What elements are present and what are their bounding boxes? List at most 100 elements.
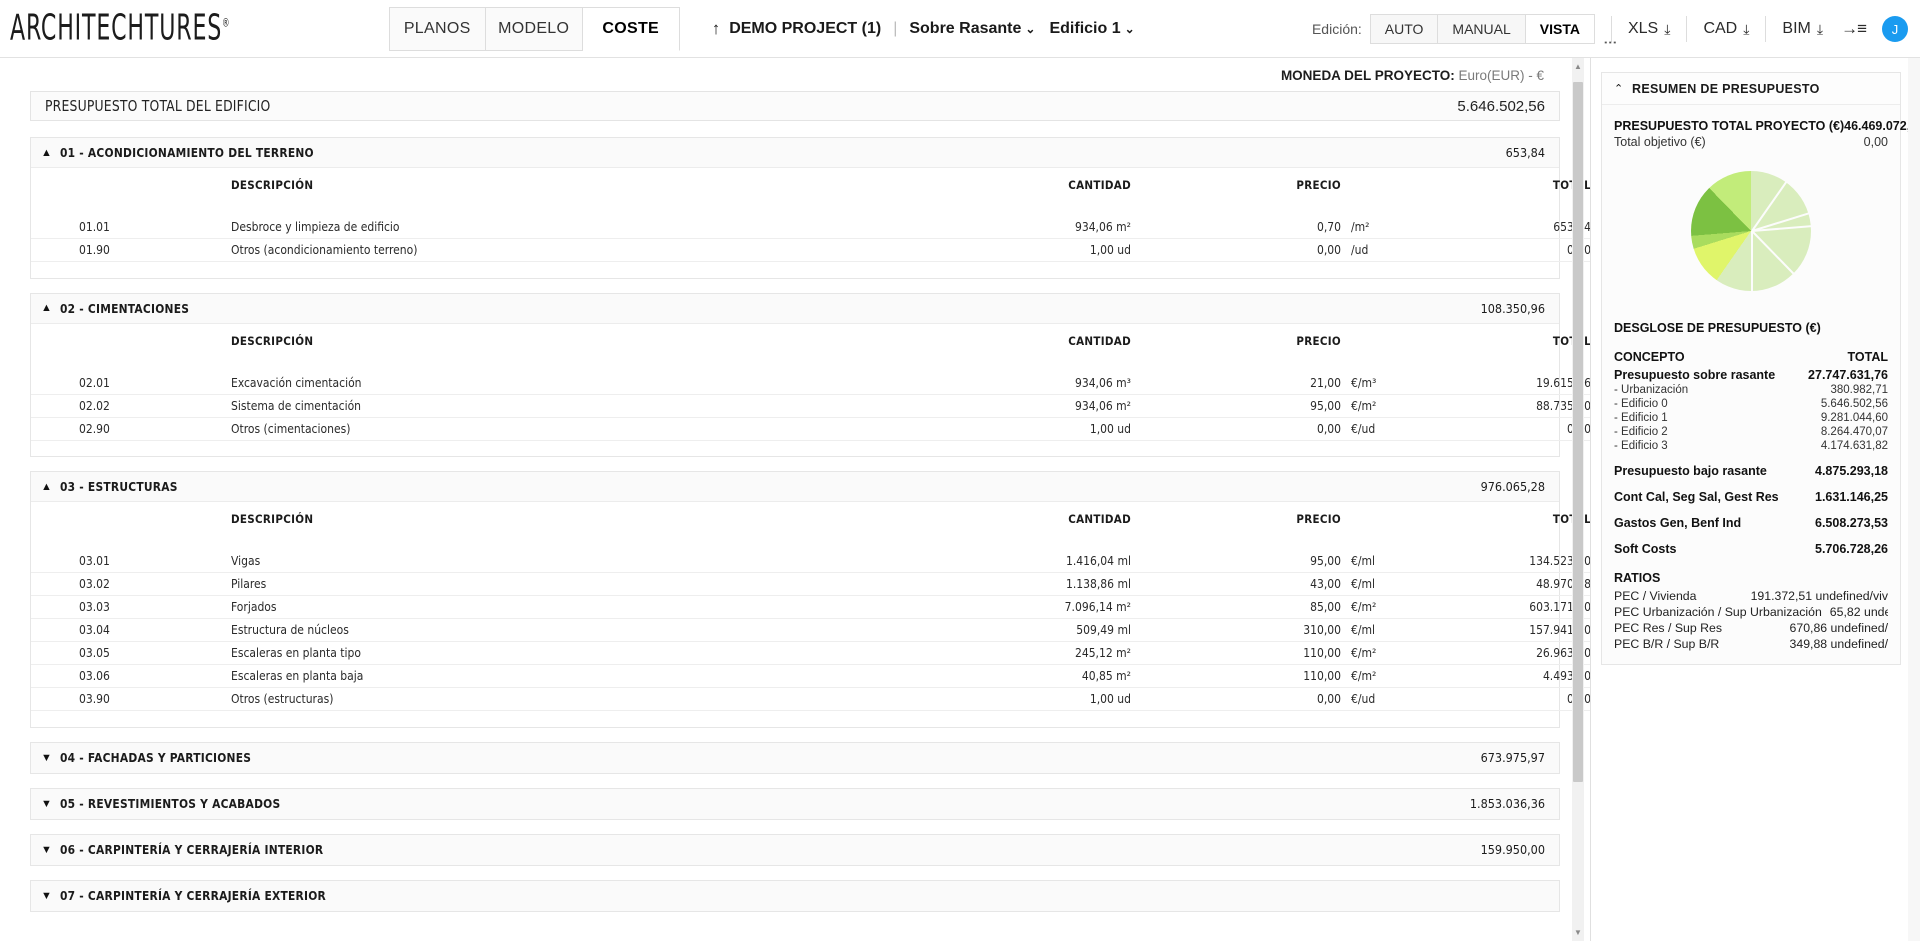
col-code — [31, 168, 231, 216]
cell-quantity: 1,00 ud — [871, 417, 1131, 440]
table-row[interactable]: 03.05Escaleras en planta tipo245,12 m²11… — [31, 642, 1590, 665]
tab-modelo[interactable]: MODELO — [486, 7, 583, 51]
cell-unit: /ud — [1341, 239, 1421, 262]
breakdown-row: Soft Costs5.706.728,26 — [1614, 541, 1888, 557]
summary-panel-header[interactable]: ⌃ RESUMEN DE PRESUPUESTO — [1602, 73, 1900, 105]
cell-quantity: 1,00 ud — [871, 239, 1131, 262]
building-selector[interactable]: Edificio 1 ⌄ — [1049, 20, 1134, 38]
cell-unit: €/ml — [1341, 619, 1421, 642]
breakdown-row-value: 380.982,71 — [1830, 384, 1888, 396]
col-price: PRECIO — [1131, 168, 1341, 216]
col-price: PRECIO — [1131, 502, 1341, 550]
sidebar-scrollbar-track[interactable] — [1908, 58, 1920, 941]
cell-unit: €/ml — [1341, 550, 1421, 573]
breakdown-row: - Edificio 0 5.646.502,56 — [1614, 397, 1888, 411]
section-header-left: ▼06 - CARPINTERÍA Y CERRAJERÍA INTERIOR — [41, 842, 337, 857]
breakdown-row-label: - Edificio 0 — [1614, 398, 1668, 410]
panel-collapse-icon[interactable]: →≡ — [1841, 19, 1866, 39]
navigate-up-icon[interactable]: ↑ — [712, 19, 721, 39]
project-name[interactable]: DEMO PROJECT (1) — [729, 20, 881, 38]
cell-description: Escaleras en planta tipo — [231, 642, 871, 665]
summary-sidebar: ⌃ RESUMEN DE PRESUPUESTO PRESUPUESTO TOT… — [1590, 58, 1920, 941]
section-header-left: ▲03 - ESTRUCTURAS — [41, 479, 184, 494]
cell-code: 02.90 — [31, 417, 231, 440]
export-bim-button[interactable]: BIM ⤓ — [1782, 20, 1823, 38]
table-row[interactable]: 03.03Forjados7.096,14 m²85,00€/m²603.171… — [31, 596, 1590, 619]
scrollbar-thumb[interactable] — [1573, 82, 1583, 782]
section-header[interactable]: ▲01 - ACONDICIONAMIENTO DEL TERRENO653,8… — [31, 138, 1559, 168]
col-total: TOTAL — [1421, 502, 1590, 550]
tab-coste[interactable]: COSTE — [583, 7, 680, 51]
objective-total-row: Total objetivo (€) 0,00 — [1614, 135, 1888, 149]
divider — [1686, 16, 1687, 42]
section-header[interactable]: ▼07 - CARPINTERÍA Y CERRAJERÍA EXTERIOR — [31, 881, 1559, 911]
chevron-down-icon: ▼ — [41, 752, 52, 764]
table-header-row: DESCRIPCIÓNCANTIDADPRECIOTOTAL — [31, 502, 1590, 550]
scroll-up-icon[interactable]: ▲ — [1573, 62, 1583, 71]
export-cad-button[interactable]: CAD ⤓ — [1703, 20, 1749, 38]
breakdown-row: Presupuesto bajo rasante4.875.293,18 — [1614, 463, 1888, 479]
table-row[interactable]: 03.04Estructura de núcleos509,49 ml310,0… — [31, 619, 1590, 642]
section-header-left: ▼05 - REVESTIMIENTOS Y ACABADOS — [41, 796, 292, 811]
main-vertical-scrollbar[interactable]: ▲ ▼ — [1572, 58, 1584, 941]
app-logo[interactable]: ARCHITECHTURES® — [10, 8, 230, 49]
col-quantity: CANTIDAD — [871, 502, 1131, 550]
breakdown-row-value: 5.646.502,56 — [1821, 398, 1888, 410]
tab-planos[interactable]: PLANOS — [389, 7, 486, 51]
breakdown-row: - Urbanización380.982,71 — [1614, 383, 1888, 397]
export-xls-button[interactable]: XLS ⤓ — [1628, 20, 1670, 38]
table-row[interactable]: 02.02Sistema de cimentación934,06 m²95,0… — [31, 394, 1590, 417]
table-spacer-row — [31, 262, 1590, 278]
table-row[interactable]: 02.01Excavación cimentación934,06 m³21,0… — [31, 372, 1590, 395]
table-row[interactable]: 02.90Otros (cimentaciones)1,00 ud0,00€/u… — [31, 417, 1590, 440]
ratio-label: PEC Urbanización / Sup Urbanización — [1614, 605, 1830, 619]
ratio-value: 670,86 undefined/ — [1790, 621, 1888, 635]
scroll-down-icon[interactable]: ▼ — [1573, 928, 1583, 937]
cell-total: 4.493,50 — [1421, 665, 1590, 688]
budget-items-table: DESCRIPCIÓNCANTIDADPRECIOTOTAL02.01Excav… — [31, 324, 1590, 457]
edition-tab-manual[interactable]: MANUAL — [1438, 14, 1525, 44]
cell-code: 01.01 — [31, 216, 231, 239]
breakdown-row-label: - Edificio 3 — [1614, 440, 1668, 452]
cell-code: 03.04 — [31, 619, 231, 642]
avatar[interactable]: J — [1882, 16, 1908, 42]
tab-coste-label: COSTE — [602, 20, 659, 38]
level-selector[interactable]: Sobre Rasante ⌄ — [909, 20, 1035, 38]
ratio-value: 349,88 undefined/ — [1790, 637, 1888, 651]
cell-total: 0,00 — [1421, 239, 1590, 262]
cell-unit: /m² — [1341, 216, 1421, 239]
section-header[interactable]: ▲03 - ESTRUCTURAS976.065,28 — [31, 472, 1559, 502]
section-header[interactable]: ▼05 - REVESTIMIENTOS Y ACABADOS 1.853.036… — [31, 789, 1559, 819]
breakdown-row: Presupuesto sobre rasante27.747.631,76 — [1614, 367, 1888, 383]
project-navigator: ↑ DEMO PROJECT (1) | Sobre Rasante ⌄ Edi… — [712, 19, 1135, 39]
tab-modelo-label: MODELO — [498, 20, 569, 38]
cell-price: 43,00 — [1131, 573, 1341, 596]
section-total: 1.853.036,36 — [1470, 796, 1545, 811]
chevron-down-icon: ▼ — [41, 890, 52, 902]
section-header[interactable]: ▼04 - FACHADAS Y PARTICIONES673.975,97 — [31, 743, 1559, 773]
table-row[interactable]: 03.01Vigas1.416,04 ml95,00€/ml134.523,80 — [31, 550, 1590, 573]
cell-description: Pilares — [231, 573, 871, 596]
table-row[interactable]: 03.02Pilares1.138,86 ml43,00€/ml48.970,9… — [31, 573, 1590, 596]
edition-tab-auto[interactable]: AUTO — [1370, 14, 1439, 44]
ratio-label: PEC B/R / Sup B/R — [1614, 637, 1727, 651]
cell-price: 110,00 — [1131, 665, 1341, 688]
table-row[interactable]: 03.06Escaleras en planta baja40,85 m²110… — [31, 665, 1590, 688]
chevron-down-icon: ⌄ — [1125, 22, 1135, 36]
section-title: 03 - ESTRUCTURAS — [60, 479, 178, 494]
summary-panel-title: RESUMEN DE PRESUPUESTO — [1632, 82, 1820, 96]
table-row[interactable]: 01.90Otros (acondicionamiento terreno)1,… — [31, 239, 1590, 262]
download-icon: ⤓ — [1664, 21, 1670, 38]
budget-section: ▼07 - CARPINTERÍA Y CERRAJERÍA EXTERIOR — [30, 880, 1560, 912]
ratio-row: PEC / Vivienda191.372,51 undefined/viv — [1614, 588, 1888, 604]
section-header[interactable]: ▲02 - CIMENTACIONES108.350,96 — [31, 294, 1559, 324]
cell-quantity: 7.096,14 m² — [871, 596, 1131, 619]
section-header[interactable]: ▼06 - CARPINTERÍA Y CERRAJERÍA INTERIOR1… — [31, 835, 1559, 865]
col-price: PRECIO — [1131, 324, 1341, 372]
budget-content: MONEDA DEL PROYECTO: Euro(EUR) - € PRESU… — [0, 58, 1590, 912]
edition-tab-vista[interactable]: VISTA — [1526, 14, 1595, 44]
table-row[interactable]: 03.90Otros (estructuras)1,00 ud0,00€/ud0… — [31, 688, 1590, 711]
table-row[interactable]: 01.01Desbroce y limpieza de edificio934,… — [31, 216, 1590, 239]
more-options-icon[interactable]: ⋮ — [1608, 36, 1613, 49]
col-description: DESCRIPCIÓN — [231, 324, 871, 372]
